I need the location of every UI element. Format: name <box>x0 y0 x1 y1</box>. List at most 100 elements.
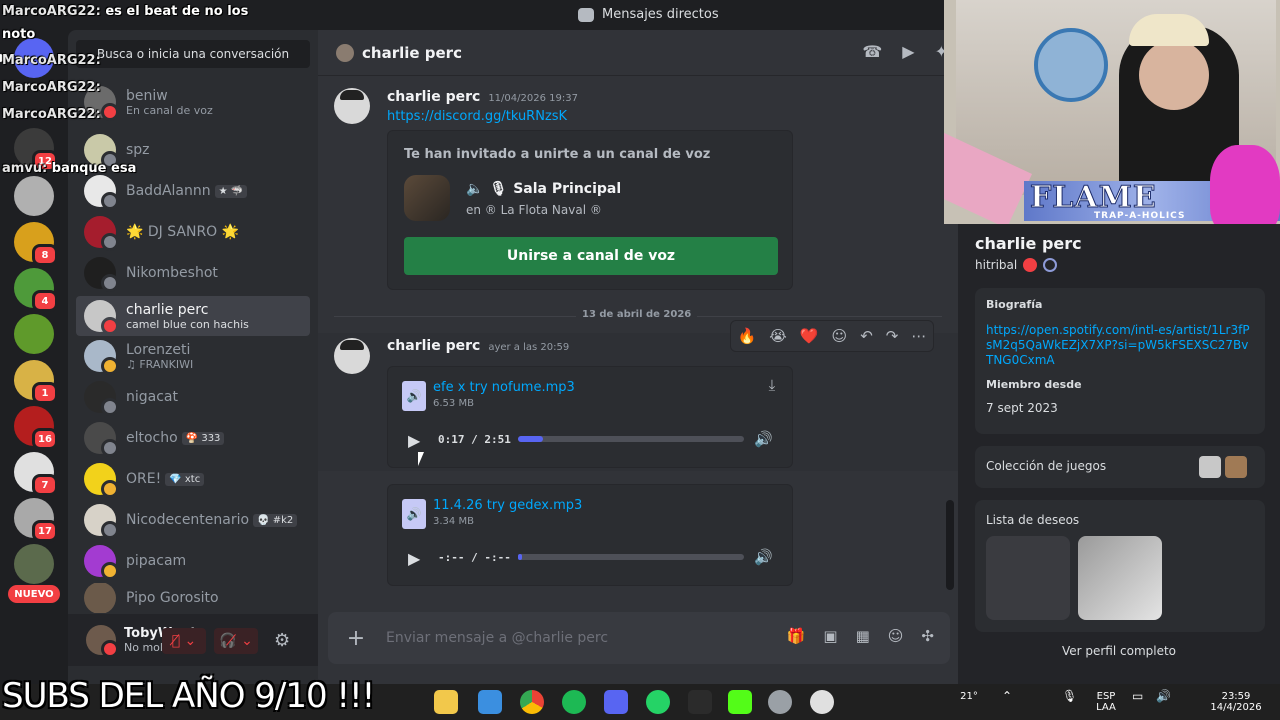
emoji-icon[interactable]: ☺ <box>888 627 904 645</box>
attachment-name[interactable]: efe x try nofume.mp3 <box>433 380 575 395</box>
gift-icon[interactable]: 🎁 <box>787 627 806 645</box>
seek-bar[interactable] <box>518 554 744 560</box>
play-button[interactable]: ▶ <box>408 549 424 568</box>
dm-item[interactable]: Lorenzeti ♫ FRANKIWI <box>76 336 310 376</box>
server-icon[interactable]: 8 <box>14 222 58 266</box>
voice-call-icon[interactable]: ☎ <box>862 42 882 61</box>
add-reaction-icon[interactable]: ☺ <box>832 327 848 345</box>
server-icon[interactable]: 4 <box>14 268 58 312</box>
dm-item[interactable]: Pipo Gorosito <box>76 583 310 613</box>
dm-item-selected[interactable]: charlie perc camel blue con hachis <box>76 296 310 336</box>
gif-icon[interactable]: ▣ <box>823 627 837 645</box>
play-button[interactable]: ▶ <box>408 431 424 450</box>
attachment-name[interactable]: 11.4.26 try gedex.mp3 <box>433 498 582 513</box>
message-author[interactable]: charlie perc <box>387 338 480 354</box>
dm-item[interactable]: BaddAlannn ★ 🦈 <box>76 171 310 211</box>
message-input[interactable]: Enviar mensaje a @charlie perc <box>386 630 608 646</box>
search-input[interactable]: Busca o inicia una conversación <box>76 40 310 68</box>
language-indicator[interactable]: ESP LAA <box>1092 691 1120 713</box>
network-icon[interactable]: ▭ <box>1132 690 1143 702</box>
settings-gear-icon[interactable]: ⚙ <box>274 630 290 651</box>
download-icon[interactable]: ⤓ <box>760 373 784 397</box>
badge-icon[interactable] <box>1023 258 1038 272</box>
message-timestamp: ayer a las 20:59 <box>488 342 570 353</box>
dm-item[interactable]: beniw En canal de voz <box>76 82 310 122</box>
avatar <box>84 216 119 251</box>
game-collection[interactable]: Colección de juegos <box>975 446 1265 488</box>
dm-item[interactable]: pipacam <box>76 541 310 581</box>
scrollbar[interactable] <box>946 500 954 590</box>
profile-username: hitribal <box>975 258 1018 272</box>
server-tag: ★ 🦈 <box>214 184 248 198</box>
server-icon[interactable]: 1 <box>14 360 58 404</box>
server-icon[interactable]: 16 <box>14 406 58 450</box>
server-icon[interactable] <box>14 544 54 584</box>
add-attachment-icon[interactable]: + <box>344 626 368 651</box>
server-icon[interactable]: 17 <box>14 498 58 542</box>
message-author[interactable]: charlie perc <box>387 89 480 105</box>
app-icon[interactable] <box>688 690 712 714</box>
clock[interactable]: 23:59 14/4/2026 <box>1206 691 1266 713</box>
server-icon[interactable]: 7 <box>14 452 58 496</box>
new-servers-badge[interactable]: NUEVO <box>8 585 60 603</box>
weather-widget[interactable]: 21° <box>954 691 984 702</box>
nitro-badge-icon[interactable] <box>1043 258 1058 272</box>
whatsapp-icon[interactable] <box>646 690 670 714</box>
reaction-heart[interactable]: ❤️ <box>800 327 819 345</box>
server-icon[interactable]: 12 <box>14 128 58 172</box>
wishlist-item[interactable] <box>1078 536 1162 620</box>
status-idle <box>101 480 119 498</box>
server-icon[interactable] <box>14 176 54 216</box>
dm-item[interactable]: Nikombeshot <box>76 253 310 293</box>
avatar <box>84 257 119 292</box>
home-button[interactable] <box>0 38 54 78</box>
forward-icon[interactable]: ↷ <box>886 327 899 345</box>
reply-icon[interactable]: ↶ <box>860 327 873 345</box>
store-icon[interactable] <box>478 690 502 714</box>
deafen-button[interactable]: 🎧̸ ⌄ <box>214 628 258 654</box>
volume-icon[interactable]: 🔊 <box>754 548 773 566</box>
settings-icon[interactable] <box>768 690 792 714</box>
chrome-icon[interactable] <box>520 690 544 714</box>
volume-icon[interactable]: 🔊 <box>754 430 773 448</box>
mic-icon[interactable]: 🎙 <box>1062 690 1077 702</box>
tray-chevron-icon[interactable]: ⌃ <box>1002 690 1012 702</box>
sticker-icon[interactable]: ▦ <box>856 627 870 645</box>
dm-item[interactable]: spz <box>76 130 310 170</box>
kick-icon[interactable] <box>728 690 752 714</box>
dm-name: BaddAlannn <box>126 183 211 199</box>
message-avatar[interactable] <box>334 88 370 124</box>
server-icon[interactable] <box>14 314 54 354</box>
message-actions-bar: 🔥 😭 ❤️ ☺ ↶ ↷ ⋯ <box>730 320 934 352</box>
dm-activity: camel blue con hachis <box>126 317 249 331</box>
dm-name: 🌟 DJ SANRO 🌟 <box>126 224 240 240</box>
dm-item[interactable]: 🌟 DJ SANRO 🌟 <box>76 212 310 252</box>
volume-icon[interactable]: 🔊 <box>1156 690 1171 702</box>
dm-item[interactable]: ORE! 💎 xtc <box>76 459 310 499</box>
wishlist-item[interactable] <box>986 536 1070 620</box>
obs-icon[interactable] <box>810 690 834 714</box>
join-voice-button[interactable]: Unirse a canal de voz <box>404 237 778 275</box>
seek-bar[interactable] <box>518 436 744 442</box>
view-full-profile-link[interactable]: Ver perfil completo <box>958 644 1280 658</box>
clock-date: 14/4/2026 <box>1210 702 1262 713</box>
language-code: ESP <box>1096 691 1116 702</box>
dm-item[interactable]: nigacat <box>76 377 310 417</box>
video-call-icon[interactable]: ▶ <box>902 42 914 61</box>
avatar <box>84 583 116 613</box>
seek-fill <box>518 554 522 560</box>
invite-link[interactable]: https://discord.gg/tkuRNzsK <box>387 109 567 124</box>
reaction-fire[interactable]: 🔥 <box>738 327 757 345</box>
apps-icon[interactable]: ✣ <box>921 627 934 645</box>
bio-link[interactable]: https://open.spotify.com/intl-es/artist/… <box>986 323 1254 368</box>
reaction-crying[interactable]: 😭 <box>769 327 787 345</box>
discord-icon[interactable] <box>604 690 628 714</box>
dm-item[interactable]: Nicodecentenario 💀 #k2 <box>76 500 310 540</box>
mute-button[interactable]: 🎙̸ ⌄ <box>162 628 206 654</box>
user-avatar[interactable] <box>86 625 119 658</box>
dm-item[interactable]: eltocho 🍄 333 <box>76 418 310 458</box>
spotify-icon[interactable] <box>562 690 586 714</box>
file-explorer-icon[interactable] <box>434 690 458 714</box>
message-avatar[interactable] <box>334 338 370 374</box>
more-options-icon[interactable]: ⋯ <box>911 327 926 345</box>
